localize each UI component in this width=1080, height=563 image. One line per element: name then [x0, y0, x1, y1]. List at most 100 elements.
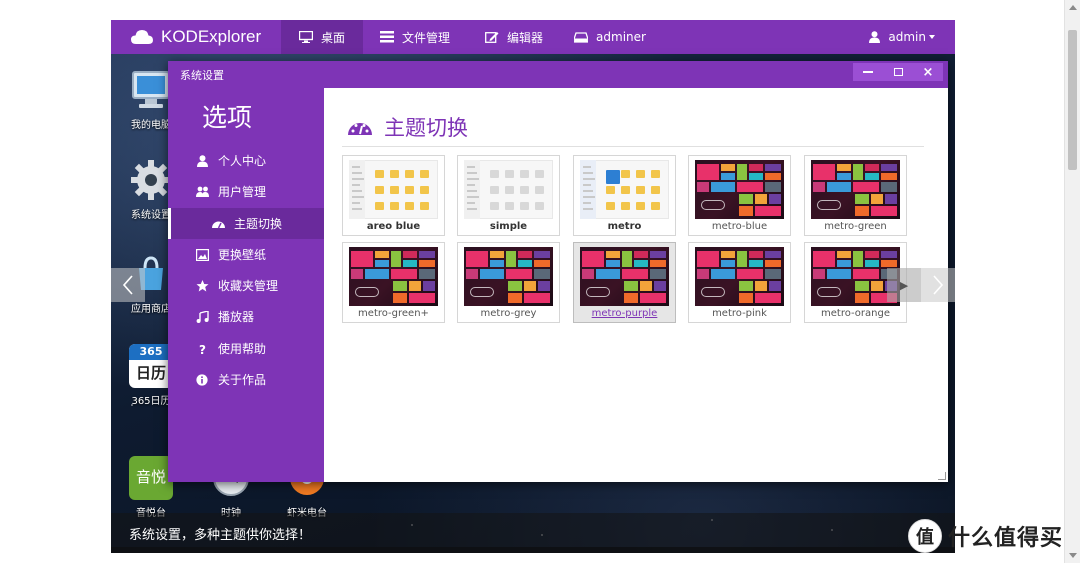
- caption-overlay: 系统设置，多种主题供你选择！: [111, 513, 955, 553]
- slide-prev-button[interactable]: [111, 268, 145, 302]
- minimize-icon: [863, 71, 873, 73]
- theme-thumbnail: [349, 160, 438, 219]
- play-icon: ▶: [899, 278, 909, 292]
- minimize-button[interactable]: [853, 63, 883, 81]
- menu-label: 播放器: [218, 310, 255, 324]
- theme-name: metro-orange: [821, 308, 890, 319]
- menu-about[interactable]: 关于作品: [168, 364, 324, 395]
- theme-card[interactable]: metro-pink: [688, 242, 791, 323]
- nav-editor-label: 编辑器: [506, 30, 543, 45]
- theme-card[interactable]: areo blue: [342, 155, 445, 236]
- dashboard-icon: [212, 221, 225, 228]
- top-navbar: KODExplorer 桌面 文件管理 编辑器 adminer admin: [111, 20, 955, 54]
- menu-player[interactable]: 播放器: [168, 301, 324, 332]
- sidebar-title: 选项: [202, 103, 253, 132]
- slide-next-button[interactable]: [921, 268, 955, 302]
- watermark-text: 什么值得买: [948, 526, 1064, 551]
- edit-icon: [485, 32, 499, 43]
- theme-thumbnail: [580, 160, 669, 219]
- star-icon: [196, 279, 209, 291]
- user-icon: [869, 31, 881, 43]
- theme-card[interactable]: metro-green: [804, 155, 907, 236]
- dialog-title: 系统设置: [180, 69, 224, 82]
- theme-thumbnail: [580, 247, 669, 306]
- theme-card[interactable]: metro-blue: [688, 155, 791, 236]
- menu-personal-center[interactable]: 个人中心: [168, 145, 324, 176]
- chevron-right-icon: [933, 275, 944, 295]
- watermark-logo-text: 值: [916, 527, 934, 548]
- content-title: 主题切换: [348, 112, 468, 142]
- music-icon: [196, 310, 209, 323]
- watermark: 值 什么值得买: [908, 518, 1063, 554]
- menu-label: 使用帮助: [218, 342, 267, 356]
- gear-icon: [129, 158, 173, 202]
- dialog-titlebar[interactable]: 系统设置 ×: [168, 61, 948, 88]
- theme-name: metro-blue: [711, 221, 768, 232]
- theme-card[interactable]: metro-grey: [457, 242, 560, 323]
- content-title-text: 主题切换: [384, 116, 468, 140]
- scroll-up-arrow-icon[interactable]: [1069, 5, 1077, 10]
- nav-adminer-label: adminer: [596, 30, 646, 44]
- settings-content: 主题切换 areo blue simple metro metro-blue metro…: [324, 88, 948, 482]
- nav-file-manager[interactable]: 文件管理: [365, 20, 465, 54]
- menu-favorites[interactable]: 收藏夹管理: [168, 270, 324, 301]
- menu-user-management[interactable]: 用户管理: [168, 176, 324, 207]
- nav-file-manager-label: 文件管理: [401, 30, 450, 45]
- svg-text:?: ?: [199, 343, 206, 355]
- info-icon: [196, 373, 208, 386]
- theme-name: simple: [489, 221, 528, 232]
- chevron-down-icon: [929, 35, 935, 39]
- monitor-icon: [298, 31, 313, 43]
- menu-change-wallpaper[interactable]: 更换壁纸: [168, 239, 324, 270]
- resize-handle[interactable]: [938, 472, 946, 480]
- menu-theme-switch[interactable]: 主题切换: [168, 208, 324, 239]
- brand-logo[interactable]: KODExplorer: [131, 20, 261, 54]
- theme-card[interactable]: metro-green+: [342, 242, 445, 323]
- slide-play-button[interactable]: ▶: [887, 268, 921, 302]
- divider: [342, 146, 924, 147]
- maximize-button[interactable]: [883, 63, 913, 81]
- theme-thumbnail: [695, 247, 784, 306]
- nav-editor[interactable]: 编辑器: [469, 20, 559, 54]
- menu-label: 个人中心: [218, 154, 267, 168]
- theme-thumbnail: [464, 160, 553, 219]
- maximize-icon: [893, 68, 903, 76]
- theme-name: metro-green+: [358, 308, 429, 319]
- calendar-badge: 365: [129, 344, 173, 360]
- theme-name: metro-purple: [591, 308, 658, 319]
- page-scrollbar[interactable]: [1064, 0, 1080, 563]
- scroll-thumb[interactable]: [1068, 30, 1077, 170]
- menu-label: 更换壁纸: [218, 248, 267, 262]
- smzdm-logo-icon: 值: [908, 519, 942, 553]
- nav-adminer[interactable]: adminer: [565, 20, 655, 54]
- theme-name: metro-grey: [480, 308, 537, 319]
- theme-thumbnail: [695, 160, 784, 219]
- theme-thumbnail: [811, 160, 900, 219]
- scroll-down-arrow-icon[interactable]: [1069, 553, 1077, 558]
- calendar-text: 日历: [135, 364, 166, 382]
- menu-label: 关于作品: [218, 373, 267, 387]
- music-video-icon: 音悦: [129, 456, 173, 500]
- brand-name: KODExplorer: [161, 27, 262, 46]
- help-icon: ?: [199, 343, 206, 355]
- menu-label: 用户管理: [218, 185, 267, 199]
- yinyue-text: 音悦: [135, 468, 166, 486]
- chevron-left-icon: [122, 275, 133, 295]
- theme-thumbnail: [349, 247, 438, 306]
- theme-card[interactable]: metro: [573, 155, 676, 236]
- theme-thumbnail: [464, 247, 553, 306]
- user-menu[interactable]: admin: [869, 20, 935, 54]
- theme-card[interactable]: simple: [457, 155, 560, 236]
- cloud-icon: [131, 30, 153, 44]
- theme-name: areo blue: [366, 221, 421, 232]
- settings-sidebar: 选项 个人中心 用户管理 主题切换 更换壁纸 收藏夹管理 播放器 ? 使用帮助 …: [168, 88, 324, 482]
- close-button[interactable]: ×: [913, 63, 943, 81]
- image-icon: [196, 248, 209, 261]
- menu-help[interactable]: ? 使用帮助: [168, 333, 324, 364]
- computer-icon: [129, 68, 173, 112]
- user-icon: [197, 154, 208, 167]
- menu-label: 收藏夹管理: [218, 279, 279, 293]
- screenshot: KODExplorer 桌面 文件管理 编辑器 adminer admin 我的…: [0, 0, 1080, 563]
- nav-desktop[interactable]: 桌面: [281, 20, 363, 54]
- theme-card[interactable]: metro-purple: [573, 242, 676, 323]
